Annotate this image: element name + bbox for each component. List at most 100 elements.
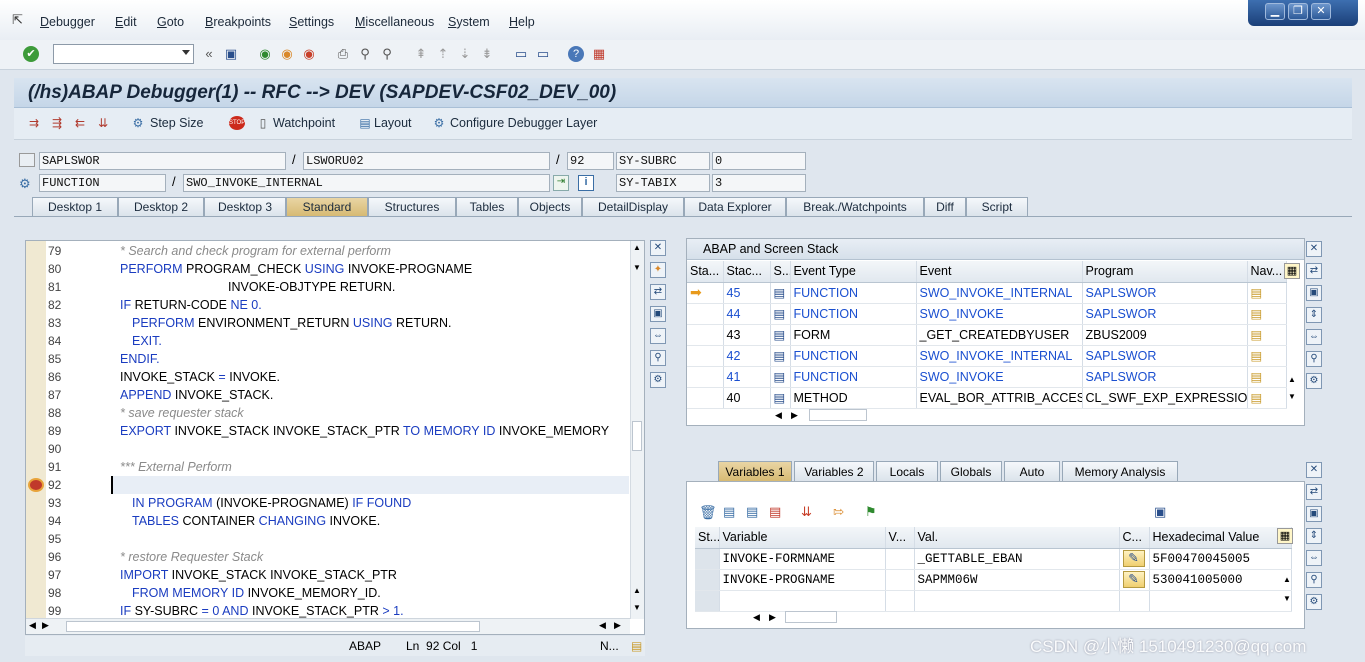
- tab-desktop-3[interactable]: Desktop 3: [204, 197, 286, 216]
- scroll-right-icon[interactable]: ▶: [791, 410, 798, 421]
- row-selector[interactable]: [695, 590, 720, 612]
- scroll-left-icon[interactable]: ◀: [753, 612, 760, 623]
- pane-icon[interactable]: ▤: [631, 639, 642, 653]
- table-row[interactable]: INVOKE-FORMNAME _GETTABLE_EBAN ✎ 5F00470045…: [695, 548, 1292, 570]
- swap-tool-icon[interactable]: ⇄: [1306, 484, 1322, 500]
- event-cell[interactable]: EVAL_BOR_ATTRIB_ACCESS: [916, 387, 1083, 409]
- navigate-icon[interactable]: ⇥: [553, 175, 569, 191]
- col-hex[interactable]: Hexadecimal Value: [1149, 527, 1292, 549]
- event-cell[interactable]: SWO_INVOKE_INTERNAL: [916, 345, 1083, 367]
- scroll-down-icon[interactable]: ▼: [1288, 392, 1296, 401]
- variable-type[interactable]: [885, 548, 915, 570]
- variable-name[interactable]: INVOKE-FORMNAME: [719, 548, 886, 570]
- sap-menu-icon[interactable]: ⇱: [12, 12, 28, 27]
- layout-icon[interactable]: ▤: [357, 116, 373, 130]
- services-icon[interactable]: ⚲: [1306, 572, 1322, 588]
- col-change[interactable]: C...: [1119, 527, 1150, 549]
- single-step-icon[interactable]: ⇉: [26, 116, 42, 130]
- menu-breakpoints[interactable]: Breakpoints: [205, 15, 271, 29]
- close-tool-icon[interactable]: ✕: [650, 240, 666, 256]
- col-s[interactable]: S...: [770, 261, 791, 283]
- scroll-thumb[interactable]: [66, 621, 480, 632]
- table-row[interactable]: INVOKE-PROGNAME SAPMM06W ✎ 530041005000: [695, 569, 1292, 591]
- menu-goto[interactable]: Goto: [157, 15, 184, 29]
- hex-value[interactable]: 5F00470045005: [1149, 548, 1292, 570]
- scroll-right-icon[interactable]: ▶: [614, 620, 621, 631]
- empty-cell[interactable]: [719, 590, 886, 612]
- layout-button[interactable]: Layout: [374, 116, 412, 130]
- exit-icon[interactable]: ◉: [278, 45, 296, 63]
- scroll-thumb[interactable]: [785, 611, 837, 623]
- import-icon[interactable]: ⇊: [801, 504, 812, 520]
- find-icon[interactable]: ⚲: [356, 45, 374, 63]
- col-navigation[interactable]: Nav...: [1247, 261, 1287, 283]
- empty-cell[interactable]: [1119, 590, 1150, 612]
- menu-help[interactable]: Help: [509, 15, 535, 29]
- configure-icon[interactable]: ⚙: [431, 116, 447, 130]
- col-event[interactable]: Event: [916, 261, 1083, 283]
- change-value-cell[interactable]: ✎: [1119, 569, 1150, 591]
- execute-icon[interactable]: ⇶: [49, 116, 65, 130]
- watchpoint-button[interactable]: Watchpoint: [273, 116, 335, 130]
- breakpoint-gutter[interactable]: [26, 241, 46, 621]
- maximize-tool-icon[interactable]: ▣: [1306, 506, 1322, 522]
- pencil-icon[interactable]: ✎: [1122, 571, 1145, 588]
- previous-page-icon[interactable]: ⇡: [434, 45, 452, 63]
- insert-row-icon[interactable]: ▤: [746, 504, 758, 520]
- scroll-up-icon[interactable]: ▲: [633, 586, 641, 595]
- scroll-down-icon[interactable]: ▼: [633, 263, 641, 272]
- print-icon[interactable]: ⎙: [334, 45, 352, 63]
- tab-desktop-1[interactable]: Desktop 1: [32, 197, 118, 216]
- column-layout-icon[interactable]: ▦: [1284, 263, 1300, 279]
- watchpoint-icon[interactable]: ▯: [255, 116, 271, 130]
- hex-value[interactable]: 530041005000: [1149, 569, 1292, 591]
- expand-vertical-icon[interactable]: ⇕: [1306, 307, 1322, 323]
- col-st[interactable]: St...: [695, 527, 720, 549]
- scroll-left-icon[interactable]: ◀: [775, 410, 782, 421]
- save-icon[interactable]: ▣: [1154, 504, 1166, 520]
- tab-diff[interactable]: Diff: [924, 197, 966, 216]
- return-icon[interactable]: ⇇: [72, 116, 88, 130]
- next-page-icon[interactable]: ⇣: [456, 45, 474, 63]
- code-vertical-scrollbar[interactable]: ▲ ▼ ▲ ▼: [630, 241, 644, 619]
- menu-system[interactable]: System: [448, 15, 490, 29]
- swap-tool-icon[interactable]: ⇄: [1306, 263, 1322, 279]
- tab-desktop-2[interactable]: Desktop 2: [118, 197, 204, 216]
- shortcut-icon[interactable]: ▭: [534, 45, 552, 63]
- col-v[interactable]: V...: [885, 527, 915, 549]
- scroll-left-icon[interactable]: ◀: [599, 620, 606, 631]
- event-cell[interactable]: SWO_INVOKE: [916, 366, 1083, 388]
- tab-variables-2[interactable]: Variables 2: [794, 461, 874, 481]
- event-cell[interactable]: _GET_CREATEDBYUSER: [916, 324, 1083, 346]
- close-tool-icon[interactable]: ✕: [1306, 462, 1322, 478]
- change-value-cell[interactable]: ✎: [1119, 548, 1150, 570]
- variable-name[interactable]: INVOKE-PROGNAME: [719, 569, 886, 591]
- navigate-icon[interactable]: ▤: [1247, 324, 1287, 346]
- info-icon[interactable]: i: [578, 175, 594, 191]
- find-next-icon[interactable]: ⚲: [378, 45, 396, 63]
- menu-debugger[interactable]: Debugger: [40, 15, 95, 29]
- customize-layout-icon[interactable]: ▦: [590, 45, 608, 63]
- cancel-icon[interactable]: ◉: [300, 45, 318, 63]
- variable-type[interactable]: [885, 569, 915, 591]
- row-selector[interactable]: [695, 548, 720, 570]
- table-row[interactable]: 44 ▤ FUNCTION SWO_INVOKE SAPLSWOR ▤: [687, 303, 1287, 325]
- scroll-right-icon[interactable]: ▶: [42, 620, 49, 631]
- empty-cell[interactable]: [914, 590, 1120, 612]
- services-icon[interactable]: ⚲: [1306, 351, 1322, 367]
- program-cell[interactable]: SAPLSWOR: [1082, 366, 1248, 388]
- enter-icon[interactable]: ✔: [23, 46, 39, 62]
- scroll-up-icon[interactable]: ▲: [633, 243, 641, 252]
- scroll-down-icon[interactable]: ▼: [1283, 594, 1291, 603]
- tab-script[interactable]: Script: [966, 197, 1028, 216]
- program-cell[interactable]: SAPLSWOR: [1082, 282, 1248, 304]
- program-cell[interactable]: SAPLSWOR: [1082, 303, 1248, 325]
- command-field[interactable]: [53, 44, 194, 64]
- new-session-icon[interactable]: ▭: [512, 45, 530, 63]
- step-size-icon[interactable]: ⚙: [130, 116, 146, 130]
- scroll-up-icon[interactable]: ▲: [1283, 575, 1291, 584]
- navigate-icon[interactable]: ▤: [1247, 303, 1287, 325]
- col-event-type[interactable]: Event Type: [790, 261, 917, 283]
- services-icon[interactable]: ⚲: [650, 350, 666, 366]
- tool-settings-icon[interactable]: ⚙: [1306, 373, 1322, 389]
